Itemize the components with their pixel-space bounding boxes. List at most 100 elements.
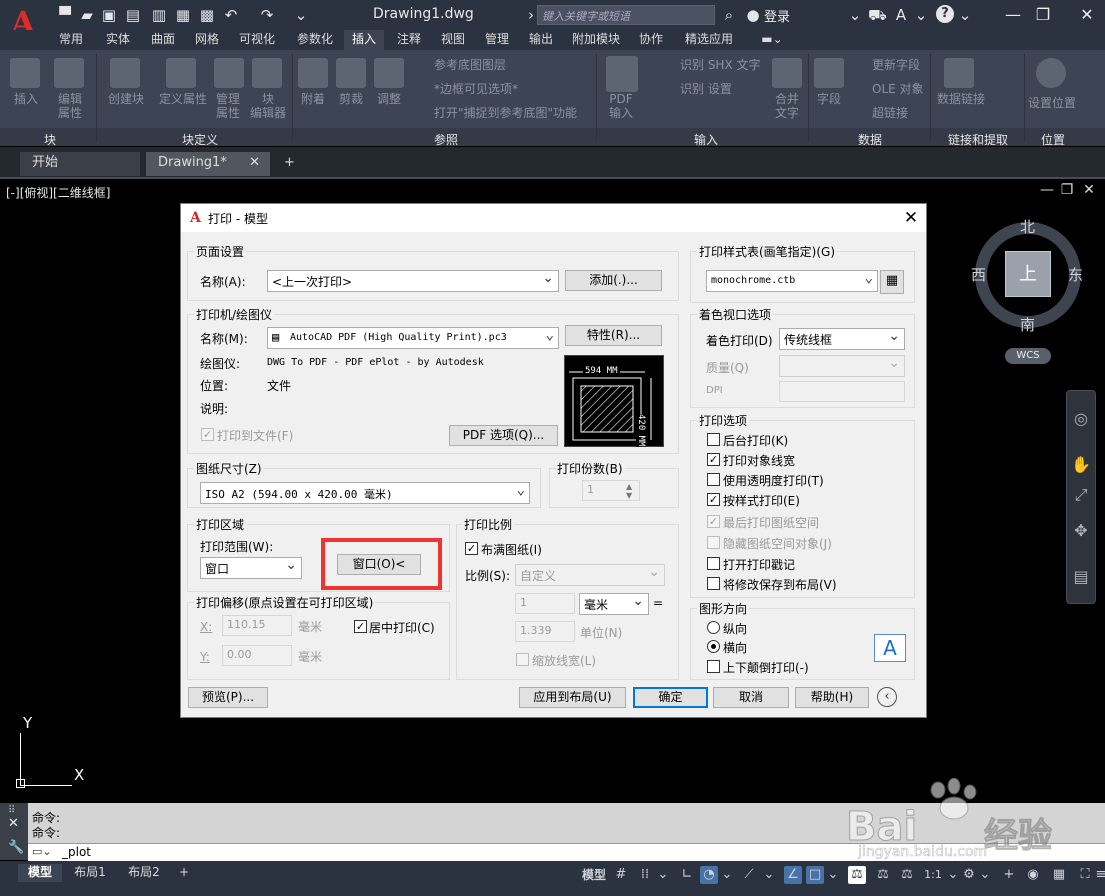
panel-title-block[interactable]: 块 [10,131,90,147]
snap-icon[interactable]: ⁞⁞ [636,866,654,884]
ribbon-toggle-icon[interactable]: ▬⌄ [760,30,784,50]
wrench-icon[interactable]: 🔧 [8,840,24,855]
recognize-settings-button[interactable]: 识别 设置 [680,82,732,96]
chevron-down-icon[interactable]: ⌄ [654,866,672,884]
chevron-down-icon[interactable]: ⌄ [846,6,864,24]
restore-icon[interactable]: ❐ [1058,182,1076,200]
save-icon[interactable]: ▣ [100,6,118,24]
ok-button[interactable]: 确定 [633,687,708,708]
annotation-visibility-icon[interactable]: ⚖ [874,866,892,884]
edit-plot-style-icon[interactable]: ▦ [880,270,904,294]
panel-title-data[interactable]: 数据 [812,131,928,147]
tab-visualize[interactable]: 可视化 [232,30,282,50]
zoom-extents-icon[interactable]: ⤢ [1070,484,1092,506]
file-tab-drawing1[interactable]: Drawing1* ✕ [146,152,270,176]
pan-icon[interactable]: ✋ [1070,454,1092,476]
file-tab-start[interactable]: 开始 [20,152,140,176]
panel-title-block-definition[interactable]: 块定义 [110,131,290,147]
save-to-layout-checkbox[interactable] [707,577,720,590]
printer-name-select[interactable]: ▤ AutoCAD PDF (High Quality Print).pc3 [267,327,559,349]
redo-icon[interactable]: ↷ [258,6,276,24]
data-link-button[interactable]: 数据链接 [934,92,988,106]
chevron-down-icon[interactable]: ⌄ [976,866,994,884]
insert-block-button[interactable]: 插入 [8,92,44,106]
user-icon[interactable]: ● [744,6,762,24]
compass-south[interactable]: 南 [1020,314,1035,335]
landscape-radio[interactable] [707,640,720,653]
tab-addins[interactable]: 附加模块 [566,30,626,50]
compass-north[interactable]: 北 [1020,216,1035,237]
open-icon[interactable]: ▰ [78,6,96,24]
chevron-down-icon[interactable]: ⌄ [956,6,974,24]
undo-icon[interactable]: ↶ [222,6,240,24]
grid-icon[interactable]: # [612,866,630,884]
tab-mesh[interactable]: 网格 [188,30,226,50]
manage-attribute-button[interactable]: 管理 属性 [210,92,246,120]
search-input[interactable]: 键入关键字或短语 [537,5,715,25]
snap-to-underlay-button[interactable]: 打开"捕捉到参考底图"功能 [434,106,577,120]
layout-tab-model[interactable]: 模型 [18,864,62,882]
plot-icon[interactable]: ▩ [198,6,216,24]
steering-wheel-icon[interactable]: ◎ [1070,408,1092,430]
fit-to-paper-checkbox[interactable]: ✓ [465,542,478,555]
frame-visibility-dropdown[interactable]: *边框可见选项* [434,82,518,96]
web-save-icon[interactable]: ▦ [174,6,192,24]
prompt-icon[interactable]: ▭⌄ [32,845,52,858]
search-icon[interactable]: ⌕ [720,6,738,24]
center-plot-checkbox[interactable]: ✓ [354,620,367,633]
compass-east[interactable]: 东 [1068,264,1083,285]
upside-down-checkbox[interactable] [707,660,720,673]
offset-x-input[interactable]: 110.15 [222,615,292,636]
set-location-button[interactable]: 设置位置 [1024,96,1080,110]
help-icon[interactable]: ? [936,5,954,23]
pdf-options-button[interactable]: PDF 选项(Q)... [449,425,558,446]
paper-size-select[interactable]: ISO A2 (594.00 x 420.00 毫米) [200,482,530,504]
cancel-button[interactable]: 取消 [713,687,789,708]
showmotion-icon[interactable]: ▤ [1070,566,1092,588]
block-editor-button[interactable]: 块 编辑器 [246,92,290,120]
add-page-setup-button[interactable]: 添加(.)... [565,270,662,291]
isolate-objects-icon[interactable]: ◉ [1024,866,1042,884]
tab-featured-apps[interactable]: 精选应用 [678,30,740,50]
panel-title-reference[interactable]: 参照 [298,131,594,147]
adjust-button[interactable]: 调整 [372,92,406,106]
underlay-layers-button[interactable]: 参考底图图层 [434,58,506,72]
tab-view[interactable]: 视图 [434,30,472,50]
web-open-icon[interactable]: ▥ [150,6,168,24]
panel-title-link-extract[interactable]: 链接和提取 [934,131,1022,147]
preview-button[interactable]: 预览(P)... [188,687,268,708]
auto-scale-icon[interactable]: ⚖ [898,866,916,884]
define-attribute-button[interactable]: 定义属性 [154,92,212,106]
page-setup-name-select[interactable]: <上一次打印> [267,270,559,292]
background-plot-checkbox[interactable] [707,433,720,446]
new-tab-icon[interactable]: + [276,152,304,176]
maximize-icon[interactable]: ❐ [1030,3,1056,27]
hide-paperspace-checkbox[interactable] [707,536,720,549]
plot-with-styles-checkbox[interactable]: ✓ [707,493,720,506]
collapse-options-icon[interactable]: ‹ [877,687,897,707]
panel-title-import[interactable]: 输入 [606,131,806,147]
recognize-shx-button[interactable]: 识别 SHX 文字 [680,58,761,72]
plot-to-file-checkbox[interactable]: ✓ [201,428,214,441]
stepper-down-icon[interactable]: ▼ [626,491,632,500]
chevron-down-icon[interactable]: ⌄ [718,866,736,884]
shade-plot-select[interactable]: 传统线框 [779,328,905,350]
chevron-down-icon[interactable]: ⌄ [912,6,930,24]
tab-solid[interactable]: 实体 [100,30,136,50]
minimize-icon[interactable]: — [1038,182,1056,200]
tab-parametric[interactable]: 参数化 [290,30,340,50]
dpi-input[interactable] [779,381,905,402]
scale-select[interactable]: 自定义 [515,564,665,586]
paperspace-last-checkbox[interactable]: ✓ [707,515,720,528]
polar-icon[interactable]: ◔ [700,866,718,884]
plot-transparency-checkbox[interactable] [707,473,720,486]
isodraft-icon[interactable]: ⟋ [740,866,758,884]
add-layout-icon[interactable]: + [174,864,194,882]
chevron-down-icon[interactable]: ⌄ [824,866,842,884]
portrait-radio[interactable] [707,621,720,634]
plot-lineweights-checkbox[interactable]: ✓ [707,453,720,466]
save-as-icon[interactable]: ▤ [124,6,142,24]
dialog-close-icon[interactable]: ✕ [900,207,922,229]
combine-text-button[interactable]: 合并 文字 [770,92,804,120]
scale-drawing-input[interactable]: 1.339 [515,621,575,642]
